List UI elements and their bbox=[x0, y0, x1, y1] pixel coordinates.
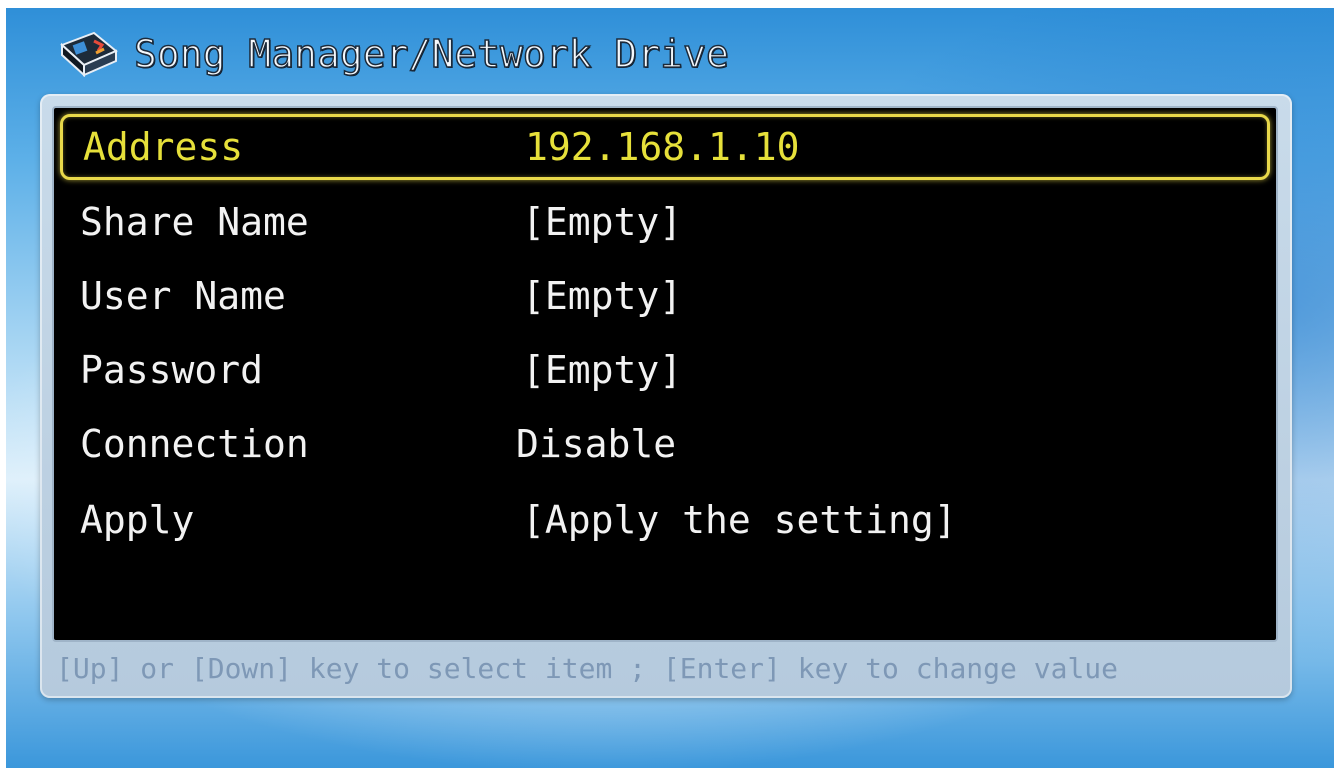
title-bar: Song Manager/Network Drive bbox=[58, 26, 730, 82]
setting-row-user-name[interactable]: User Name [Empty] bbox=[60, 263, 1270, 329]
setting-label: Apply bbox=[80, 498, 195, 542]
setting-label: Share Name bbox=[80, 200, 309, 244]
setting-row-address[interactable]: Address 192.168.1.10 bbox=[60, 114, 1270, 180]
key-hint: [Up] or [Down] key to select item ; [Ent… bbox=[56, 652, 1119, 685]
settings-panel: Address 192.168.1.10 Share Name [Empty] … bbox=[40, 94, 1292, 698]
network-drive-icon bbox=[60, 31, 118, 77]
setting-value: [Apply the setting] bbox=[522, 498, 957, 542]
setting-row-share-name[interactable]: Share Name [Empty] bbox=[60, 189, 1270, 255]
setting-label: Password bbox=[80, 348, 264, 392]
setting-label: User Name bbox=[80, 274, 286, 318]
page-title: Song Manager/Network Drive bbox=[133, 31, 729, 77]
setting-value: [Empty] bbox=[522, 200, 683, 244]
setting-value: Disable bbox=[516, 422, 677, 466]
setting-row-password[interactable]: Password [Empty] bbox=[60, 337, 1270, 403]
setting-row-apply[interactable]: Apply [Apply the setting] bbox=[60, 487, 1270, 553]
setting-value: [Empty] bbox=[522, 274, 683, 318]
setting-value: 192.168.1.10 bbox=[525, 125, 800, 169]
setting-label: Connection bbox=[80, 422, 309, 466]
screen: Song Manager/Network Drive Address 192.1… bbox=[6, 8, 1334, 768]
settings-list: Address 192.168.1.10 Share Name [Empty] … bbox=[52, 106, 1278, 642]
setting-label: Address bbox=[83, 125, 244, 169]
setting-row-connection[interactable]: Connection Disable bbox=[60, 411, 1270, 477]
setting-value: [Empty] bbox=[522, 348, 683, 392]
